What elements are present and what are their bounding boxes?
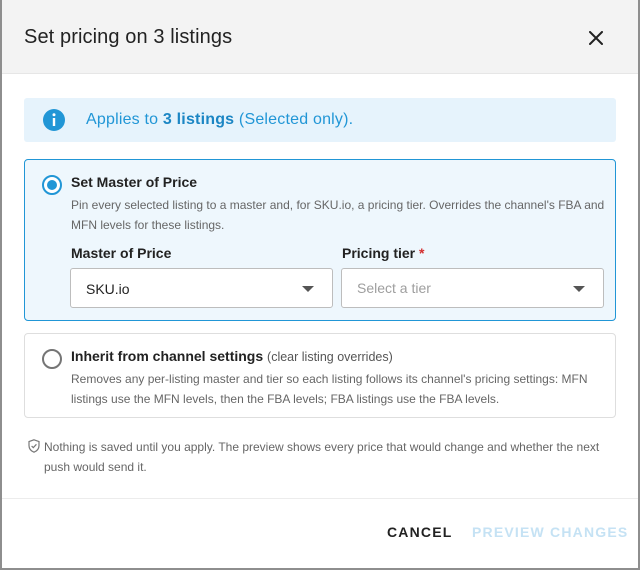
option-master-of-price[interactable]: Set Master of Price Pin every selected l… bbox=[24, 159, 616, 321]
radio-inherit-unselected[interactable] bbox=[42, 349, 62, 369]
info-icon bbox=[43, 109, 65, 131]
option-inherit-title: Inherit from channel settings (clear lis… bbox=[71, 348, 393, 364]
cancel-button[interactable]: CANCEL bbox=[387, 524, 453, 540]
shield-check-icon bbox=[28, 439, 40, 453]
info-banner: Applies to 3 listings (Selected only). bbox=[24, 98, 616, 142]
dialog-title: Set pricing on 3 listings bbox=[24, 26, 233, 48]
dialog-header: Set pricing on 3 listings bbox=[2, 0, 638, 74]
option-inherit-channel[interactable]: Inherit from channel settings (clear lis… bbox=[24, 333, 616, 418]
required-mark: * bbox=[419, 245, 425, 261]
master-of-price-select[interactable]: SKU.io bbox=[70, 268, 333, 308]
close-icon bbox=[589, 31, 603, 45]
radio-master-selected[interactable] bbox=[42, 175, 62, 195]
chevron-down-icon bbox=[302, 286, 314, 292]
info-suffix: (Selected only). bbox=[234, 111, 354, 128]
preview-changes-button[interactable]: PREVIEW CHANGES bbox=[472, 524, 628, 540]
option-master-title: Set Master of Price bbox=[71, 174, 198, 190]
pricing-tier-label: Pricing tier * bbox=[342, 245, 424, 261]
info-prefix: Applies to bbox=[86, 111, 163, 128]
footer-divider bbox=[2, 498, 638, 499]
close-button[interactable] bbox=[584, 26, 608, 50]
option-inherit-description: Removes any per-listing master and tier … bbox=[71, 372, 588, 406]
pricing-tier-placeholder: Select a tier bbox=[357, 280, 431, 296]
chevron-down-icon bbox=[573, 286, 585, 292]
master-of-price-value: SKU.io bbox=[86, 281, 130, 297]
pricing-dialog: Set pricing on 3 listings Applies to 3 l… bbox=[0, 0, 640, 570]
option-inherit-title-text: Inherit from channel settings bbox=[71, 348, 264, 364]
option-inherit-subtitle: (clear listing overrides) bbox=[267, 350, 393, 364]
info-text: Applies to 3 listings (Selected only). bbox=[86, 111, 353, 129]
master-of-price-label: Master of Price bbox=[71, 245, 172, 261]
pricing-tier-select[interactable]: Select a tier bbox=[341, 268, 604, 308]
info-count: 3 listings bbox=[162, 111, 235, 128]
option-master-description: Pin every selected listing to a master a… bbox=[71, 198, 605, 232]
pricing-tier-label-text: Pricing tier bbox=[342, 245, 416, 261]
footnote-text: Nothing is saved until you apply. The pr… bbox=[44, 440, 600, 474]
